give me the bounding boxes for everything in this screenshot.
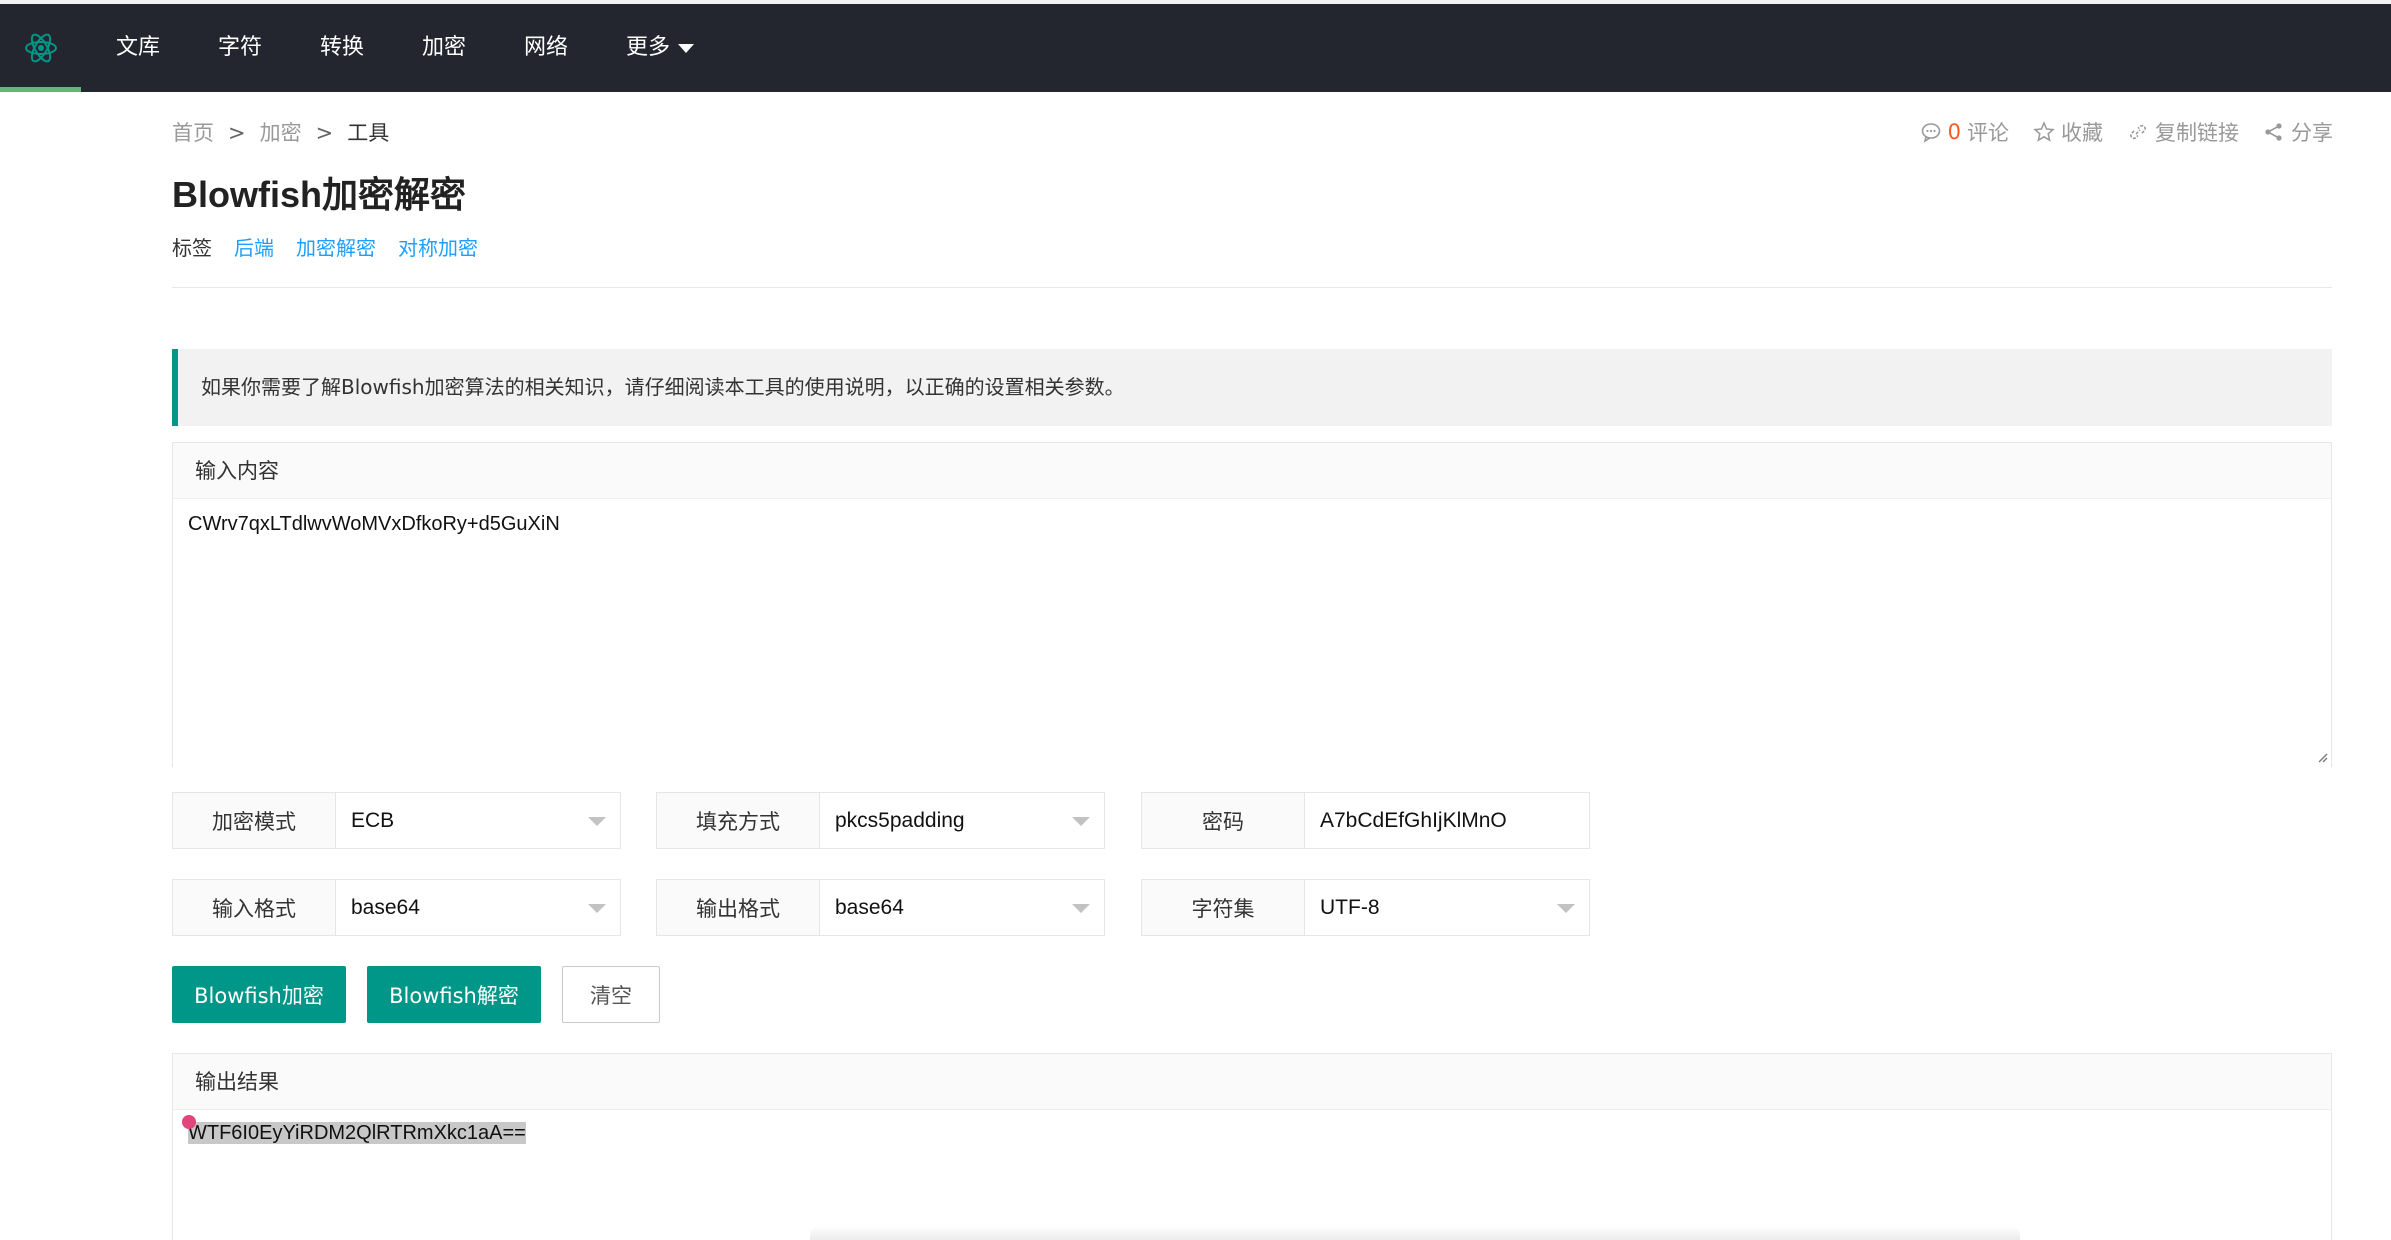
breadcrumb-encrypt[interactable]: 加密 <box>260 121 302 145</box>
resize-handle-icon[interactable] <box>2316 751 2328 763</box>
nav-item-library[interactable]: 文库 <box>116 4 160 92</box>
breadcrumb-tools: 工具 <box>347 121 390 145</box>
comment-count: 0 <box>1947 120 1961 144</box>
nav-item-string[interactable]: 字符 <box>218 4 262 92</box>
share-icon <box>2265 123 2282 141</box>
comment-icon <box>1921 123 1940 143</box>
breadcrumb-separator: > <box>315 121 334 145</box>
star-icon <box>2033 121 2055 142</box>
output-panel-header: 输出结果 <box>173 1054 2331 1110</box>
nav-item-more[interactable]: 更多 <box>626 4 695 92</box>
charset-value: UTF-8 <box>1320 895 1380 919</box>
mode-field: 加密模式 ECB <box>172 792 621 849</box>
dropdown-arrow-icon <box>1072 817 1090 826</box>
nav-item-convert[interactable]: 转换 <box>320 4 364 92</box>
padding-label: 填充方式 <box>657 793 820 848</box>
tag-symmetric-encryption[interactable]: 对称加密 <box>398 232 478 261</box>
input-format-label: 输入格式 <box>173 880 336 935</box>
dropdown-arrow-icon <box>588 817 606 826</box>
copy-link-label: 复制链接 <box>2155 121 2239 145</box>
output-format-select[interactable]: base64 <box>820 880 1104 935</box>
input-panel: 输入内容 CWrv7qxLTdlwvWoMVxDfkoRy+d5GuXiN <box>172 442 2332 767</box>
comment-button[interactable]: 0 评论 <box>1920 117 2009 147</box>
charset-select[interactable]: UTF-8 <box>1305 880 1589 935</box>
password-value: A7bCdEfGhIjKlMnO <box>1320 808 1507 832</box>
padding-value: pkcs5padding <box>835 808 965 832</box>
top-navigation: 文库 字符 转换 加密 网络 更多 <box>0 0 2391 92</box>
nav-item-network[interactable]: 网络 <box>524 4 568 92</box>
output-panel: 输出结果 WTF6I0EyYiRDM2QlRTRmXkc1aA== <box>172 1053 2332 1240</box>
input-format-value: base64 <box>351 895 420 919</box>
input-format-select[interactable]: base64 <box>336 880 620 935</box>
nav-item-more-label: 更多 <box>626 35 671 60</box>
encrypt-button[interactable]: Blowfish加密 <box>172 966 346 1023</box>
divider <box>172 287 2332 288</box>
password-label: 密码 <box>1142 793 1305 848</box>
dropdown-arrow-icon <box>588 904 606 913</box>
mode-select[interactable]: ECB <box>336 793 620 848</box>
output-format-value: base64 <box>835 895 904 919</box>
input-format-field: 输入格式 base64 <box>172 879 621 936</box>
favorite-button[interactable]: 收藏 <box>2033 117 2103 147</box>
page-actions: 0 评论 收藏 复制链接 分享 <box>1920 117 2333 147</box>
atom-logo-icon[interactable] <box>0 4 81 92</box>
share-label: 分享 <box>2291 121 2333 145</box>
output-format-label: 输出格式 <box>657 880 820 935</box>
padding-field: 填充方式 pkcs5padding <box>656 792 1105 849</box>
link-icon <box>2130 124 2146 140</box>
cursor-marker-icon <box>182 1115 196 1129</box>
share-button[interactable]: 分享 <box>2263 117 2333 147</box>
active-nav-indicator <box>0 87 81 92</box>
page-title: Blowfish加密解密 <box>172 174 466 215</box>
usage-notice: 如果你需要了解Blowfish加密算法的相关知识，请仔细阅读本工具的使用说明，以… <box>172 349 2332 426</box>
breadcrumb-separator: > <box>228 121 246 145</box>
input-panel-header: 输入内容 <box>173 443 2331 499</box>
clear-button[interactable]: 清空 <box>562 966 660 1023</box>
nav-item-encrypt[interactable]: 加密 <box>422 4 466 92</box>
charset-field: 字符集 UTF-8 <box>1141 879 1590 936</box>
comment-label: 评论 <box>1967 121 2009 145</box>
floating-bar-shadow <box>810 1226 2020 1240</box>
charset-label: 字符集 <box>1142 880 1305 935</box>
tag-backend[interactable]: 后端 <box>234 232 274 261</box>
password-field: 密码 A7bCdEfGhIjKlMnO <box>1141 792 1590 849</box>
breadcrumb: 首页 > 加密 > 工具 <box>172 117 399 147</box>
padding-select[interactable]: pkcs5padding <box>820 793 1104 848</box>
breadcrumb-home[interactable]: 首页 <box>172 121 214 145</box>
output-format-field: 输出格式 base64 <box>656 879 1105 936</box>
tag-encrypt-decrypt[interactable]: 加密解密 <box>296 232 376 261</box>
caret-down-icon <box>678 43 695 53</box>
copy-link-button[interactable]: 复制链接 <box>2127 117 2239 147</box>
output-value[interactable]: WTF6I0EyYiRDM2QlRTRmXkc1aA== <box>188 1122 526 1144</box>
tags-label: 标签 <box>172 236 212 260</box>
output-content[interactable]: WTF6I0EyYiRDM2QlRTRmXkc1aA== <box>173 1110 2331 1157</box>
decrypt-button[interactable]: Blowfish解密 <box>367 966 541 1023</box>
dropdown-arrow-icon <box>1072 904 1090 913</box>
mode-label: 加密模式 <box>173 793 336 848</box>
mode-value: ECB <box>351 808 395 832</box>
input-textarea[interactable]: CWrv7qxLTdlwvWoMVxDfkoRy+d5GuXiN <box>173 499 2331 767</box>
password-input[interactable]: A7bCdEfGhIjKlMnO <box>1305 793 1589 848</box>
favorite-label: 收藏 <box>2061 121 2103 145</box>
dropdown-arrow-icon <box>1557 904 1575 913</box>
tag-list: 标签 后端 加密解密 对称加密 <box>172 232 478 261</box>
